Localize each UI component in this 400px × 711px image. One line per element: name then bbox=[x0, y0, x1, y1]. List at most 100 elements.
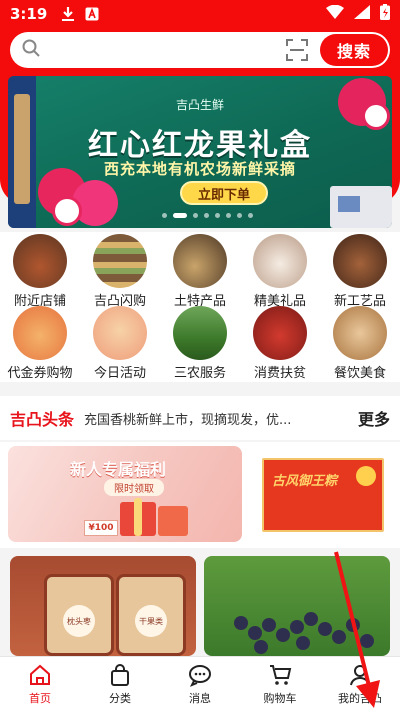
jar-label: 干果类 bbox=[135, 605, 167, 637]
category-poverty-relief[interactable]: 消费扶贫 bbox=[240, 306, 320, 381]
grape-image bbox=[248, 626, 262, 640]
headline-tag: 吉凸头条 bbox=[10, 410, 75, 429]
category-grid: 附近店铺 吉凸闪购 土特产品 精美礼品 新工艺品 代金券购物 今日活动 三农服务… bbox=[0, 232, 400, 382]
category-agri-services[interactable]: 三农服务 bbox=[160, 306, 240, 381]
search-input[interactable] bbox=[48, 42, 284, 58]
category-label: 三农服务 bbox=[173, 366, 226, 381]
headline-text[interactable]: 充国香桃新鲜上市，现摘现发，优... bbox=[84, 409, 348, 428]
gift-box-image bbox=[330, 186, 392, 228]
new-user-title: 新人专属福利 bbox=[70, 460, 167, 479]
shelf-icon bbox=[93, 234, 147, 288]
tab-my-profile[interactable]: 我的吉凸 bbox=[320, 657, 400, 711]
banner-subtitle: 西充本地有机农场新鲜采摘 bbox=[103, 160, 296, 178]
carousel-dot bbox=[215, 213, 220, 218]
grape-image bbox=[346, 618, 360, 632]
carousel-dot-active bbox=[173, 213, 187, 218]
search-bar: 搜索 bbox=[10, 32, 390, 68]
headline-bar[interactable]: 吉凸头条 充国香桃新鲜上市，现摘现发，优... 更多 bbox=[0, 396, 400, 440]
product-cards: 枕头枣 干果类 bbox=[0, 552, 400, 656]
app-screen: 3:19 搜索 吉凸生鲜 红心红龙果礼盒 西充本地有机农场新鲜采摘 立即下单 附… bbox=[0, 0, 400, 711]
category-flash-sale[interactable]: 吉凸闪购 bbox=[80, 234, 160, 309]
tab-label: 消息 bbox=[189, 692, 211, 705]
more-link[interactable]: 更多 bbox=[358, 406, 390, 430]
signal-icon bbox=[354, 5, 370, 23]
bottom-tab-bar: 首页 分类 消息 购物车 我的吉凸 bbox=[0, 656, 400, 711]
category-specialty[interactable]: 土特产品 bbox=[160, 234, 240, 309]
grape-image bbox=[332, 630, 346, 644]
tab-label: 分类 bbox=[109, 692, 131, 705]
jar-image: 枕头枣 bbox=[44, 574, 114, 656]
new-user-subtitle: 限时领取 bbox=[104, 479, 164, 496]
tab-cart[interactable]: 购物车 bbox=[240, 657, 320, 711]
tab-label: 我的吉凸 bbox=[338, 692, 382, 705]
tab-label: 首页 bbox=[29, 692, 51, 705]
promo-row: 新人专属福利 限时领取 ¥100 古风御王粽 bbox=[0, 442, 400, 548]
specialty-icon bbox=[173, 234, 227, 288]
banner-brand: 吉凸生鲜 bbox=[175, 98, 224, 112]
tab-category[interactable]: 分类 bbox=[80, 657, 160, 711]
grape-image bbox=[276, 628, 290, 642]
coffee-icon bbox=[333, 306, 387, 360]
gift-box-image bbox=[158, 506, 188, 536]
dragon-fruit-slice-image bbox=[52, 196, 82, 226]
promo-banner[interactable]: 吉凸生鲜 红心红龙果礼盒 西充本地有机农场新鲜采摘 立即下单 bbox=[8, 76, 392, 228]
download-icon bbox=[61, 6, 75, 22]
grape-image bbox=[304, 612, 318, 626]
tab-messages[interactable]: 消息 bbox=[160, 657, 240, 711]
carousel-dot bbox=[237, 213, 242, 218]
search-icon bbox=[22, 39, 40, 61]
category-crafts[interactable]: 新工艺品 bbox=[320, 234, 400, 309]
search-button[interactable]: 搜索 bbox=[320, 34, 388, 66]
user-icon bbox=[347, 662, 373, 688]
scan-icon[interactable] bbox=[284, 37, 310, 63]
craft-icon bbox=[333, 234, 387, 288]
category-today-events[interactable]: 今日活动 bbox=[80, 306, 160, 381]
tab-home[interactable]: 首页 bbox=[0, 657, 80, 711]
category-label: 消费扶贫 bbox=[253, 366, 306, 381]
grape-image bbox=[290, 620, 304, 634]
ribbon-image bbox=[134, 498, 142, 536]
wifi-icon bbox=[326, 4, 344, 23]
package-icon bbox=[253, 306, 307, 360]
zongzi-gift-box[interactable]: 古风御王粽 bbox=[262, 458, 384, 532]
product-badge bbox=[356, 466, 376, 486]
balloon-icon bbox=[93, 306, 147, 360]
carousel-dot bbox=[204, 213, 209, 218]
category-label: 今日活动 bbox=[93, 366, 146, 381]
battery-icon bbox=[380, 4, 390, 24]
order-now-button[interactable]: 立即下单 bbox=[180, 181, 268, 205]
home-icon bbox=[27, 662, 53, 688]
category-label: 餐饮美食 bbox=[333, 366, 386, 381]
voucher-icon bbox=[13, 306, 67, 360]
field-icon bbox=[173, 306, 227, 360]
coupon-ticket: ¥100 bbox=[84, 520, 118, 536]
carousel-dot bbox=[226, 213, 231, 218]
category-gifts[interactable]: 精美礼品 bbox=[240, 234, 320, 309]
status-bar: 3:19 bbox=[0, 0, 400, 28]
jar-label: 枕头枣 bbox=[63, 605, 95, 637]
category-voucher-shopping[interactable]: 代金券购物 bbox=[0, 306, 80, 381]
grape-image bbox=[296, 636, 310, 650]
grape-image bbox=[360, 634, 374, 648]
grape-image bbox=[262, 618, 276, 632]
jar-image: 干果类 bbox=[116, 574, 186, 656]
grape-image bbox=[254, 640, 268, 654]
store-icon bbox=[13, 234, 67, 288]
cart-icon bbox=[267, 662, 293, 688]
gift-icon bbox=[253, 234, 307, 288]
dried-fruit-card[interactable]: 枕头枣 干果类 bbox=[10, 556, 196, 656]
message-icon bbox=[187, 662, 213, 688]
grape-image bbox=[234, 616, 248, 630]
new-user-benefit-card[interactable]: 新人专属福利 限时领取 ¥100 bbox=[8, 446, 242, 542]
category-food-dining[interactable]: 餐饮美食 bbox=[320, 306, 400, 381]
bag-icon bbox=[107, 662, 133, 688]
grape-card[interactable] bbox=[204, 556, 390, 656]
product-box-text: 古风御王粽 bbox=[272, 474, 338, 489]
carousel-dot bbox=[193, 213, 198, 218]
carousel-dot bbox=[248, 213, 253, 218]
status-time: 3:19 bbox=[10, 5, 48, 23]
tab-label: 购物车 bbox=[263, 692, 297, 705]
app-notification-icon bbox=[85, 7, 99, 21]
category-label: 代金券购物 bbox=[7, 366, 73, 381]
category-nearby-stores[interactable]: 附近店铺 bbox=[0, 234, 80, 309]
